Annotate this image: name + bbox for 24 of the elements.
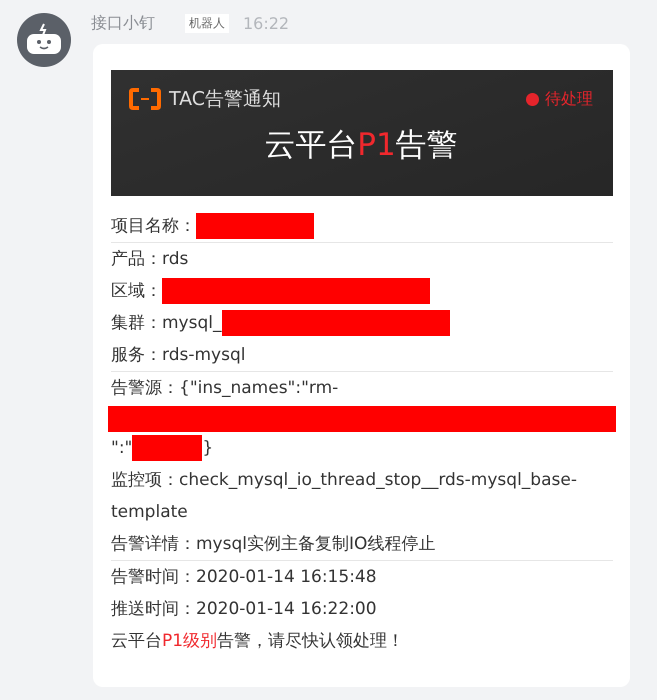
field-line: 推送时间：2020-01-14 16:22:00 (111, 598, 378, 621)
bracket-logo-icon (129, 88, 161, 110)
robot-avatar-icon (17, 13, 71, 67)
field-label: 告警源： (111, 378, 179, 398)
brand-title: TAC告警通知 (169, 87, 282, 112)
field-line: 产品：rds (111, 248, 190, 271)
status-label: 待处理 (545, 88, 593, 110)
field-label: 项目名称： (111, 216, 196, 236)
field-value: mysql_ (162, 313, 222, 333)
field-line: 告警详情：mysql实例主备复制IO线程停止 (111, 528, 613, 561)
field-line: 服务：rds-mysql (111, 339, 613, 372)
field-value: ":" (111, 438, 132, 458)
sender-name: 接口小钉 (91, 12, 155, 34)
status-dot-icon (526, 92, 539, 106)
robot-badge: 机器人 (185, 14, 229, 32)
field-line: 告警时间：2020-01-14 16:15:48 (111, 566, 378, 589)
footer-text: 云平台P1级别告警，请尽快认领处理！ (111, 630, 406, 653)
field-value: } (202, 438, 214, 458)
field-value: {"ins_names":"rm- (179, 378, 338, 398)
message-time: 16:22 (243, 14, 290, 32)
field-label: 区域： (111, 281, 162, 301)
alert-title: 云平台P1告警 (264, 127, 458, 163)
field-label: 集群： (111, 313, 162, 333)
redaction-bar (132, 435, 202, 462)
